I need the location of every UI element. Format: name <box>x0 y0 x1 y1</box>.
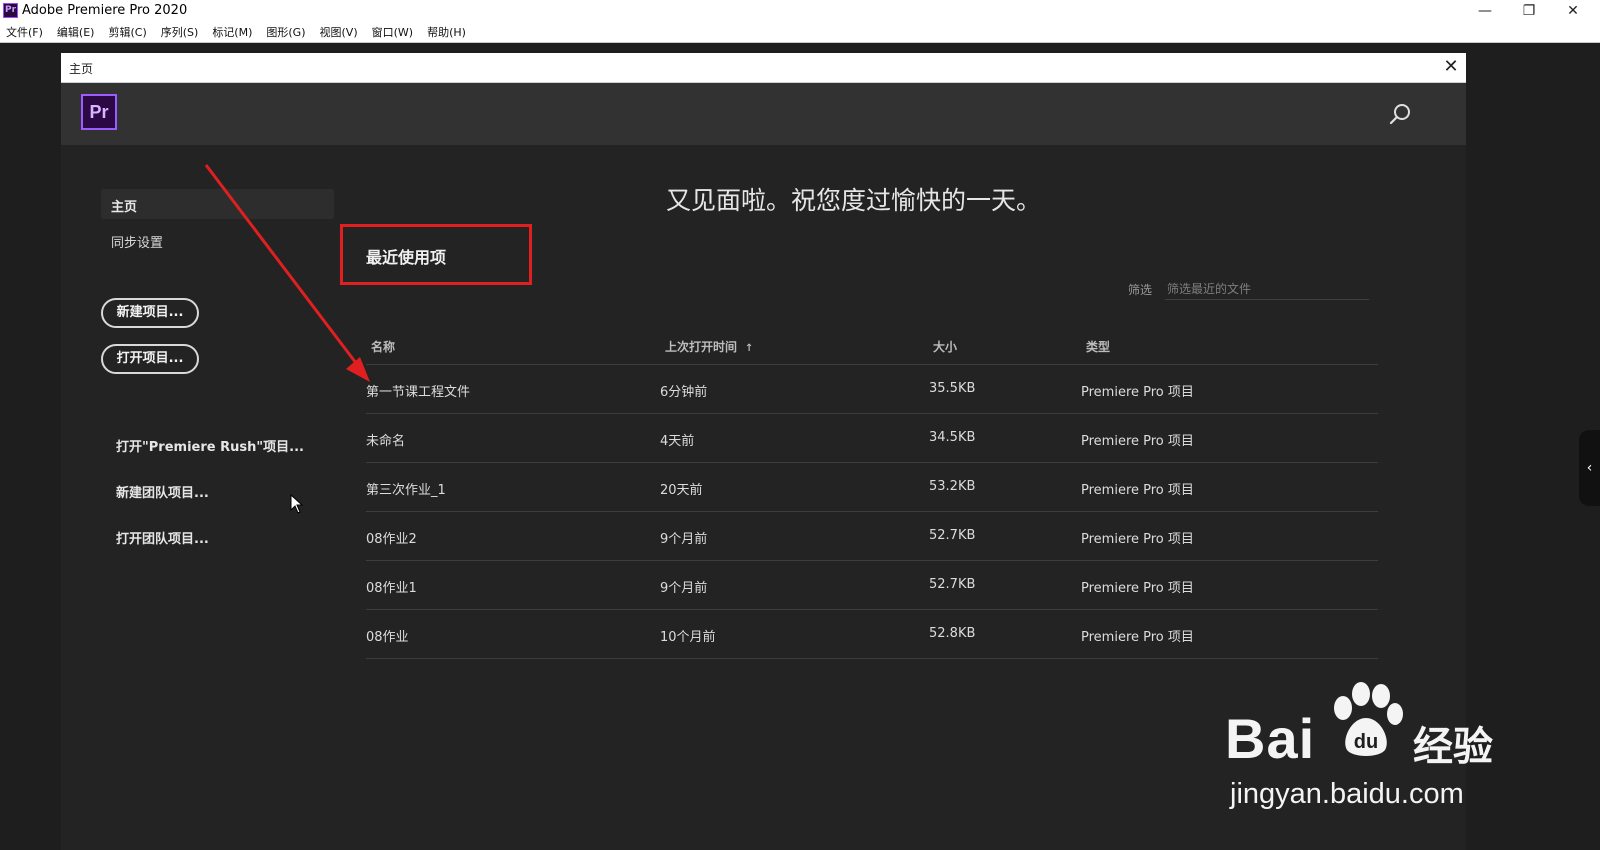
search-icon[interactable] <box>1387 101 1413 127</box>
menu-edit[interactable]: 编辑(E) <box>57 24 95 40</box>
table-row[interactable]: 08作业1 9个月前 52.7KB Premiere Pro 项目 <box>366 561 1378 610</box>
file-type: Premiere Pro 项目 <box>1081 630 1194 645</box>
table-row[interactable]: 08作业2 9个月前 52.7KB Premiere Pro 项目 <box>366 512 1378 561</box>
sidebar-item-home[interactable]: 主页 <box>101 189 334 219</box>
file-name: 08作业 <box>366 630 409 645</box>
file-size: 34.5KB <box>929 430 976 445</box>
sort-ascending-icon: ↑ <box>745 343 754 354</box>
open-project-button[interactable]: 打开项目... <box>101 344 199 374</box>
file-type: Premiere Pro 项目 <box>1081 581 1194 596</box>
window-close-button[interactable]: ✕ <box>1551 0 1595 22</box>
dialog-title-bar: 主页 ✕ <box>61 53 1466 83</box>
table-row[interactable]: 未命名 4天前 34.5KB Premiere Pro 项目 <box>366 414 1378 463</box>
menu-window[interactable]: 窗口(W) <box>372 24 413 40</box>
minimize-button[interactable]: — <box>1463 0 1507 22</box>
menu-help[interactable]: 帮助(H) <box>427 24 466 40</box>
sidebar-item-label: 主页 <box>111 200 138 215</box>
last-opened: 10个月前 <box>660 630 716 645</box>
file-size: 53.2KB <box>929 479 976 494</box>
file-name: 08作业1 <box>366 581 417 596</box>
menu-file[interactable]: 文件(F) <box>6 24 43 40</box>
menu-bar: 文件(F) 编辑(E) 剪辑(C) 序列(S) 标记(M) 图形(G) 视图(V… <box>0 22 1600 42</box>
column-header-type[interactable]: 类型 <box>1086 338 1110 355</box>
menu-divider <box>0 42 1600 43</box>
dialog-title: 主页 <box>69 62 94 76</box>
menu-clip[interactable]: 剪辑(C) <box>108 24 146 40</box>
collapse-panel-tab[interactable]: ‹ <box>1579 430 1600 506</box>
table-row[interactable]: 第三次作业_1 20天前 53.2KB Premiere Pro 项目 <box>366 463 1378 512</box>
new-project-button[interactable]: 新建项目... <box>101 298 199 328</box>
last-opened: 20天前 <box>660 483 703 498</box>
filter-label: 筛选 <box>1128 283 1153 297</box>
menu-sequence[interactable]: 序列(S) <box>161 24 199 40</box>
table-row[interactable]: 第一节课工程文件 6分钟前 35.5KB Premiere Pro 项目 <box>366 365 1378 414</box>
recent-items-title[interactable]: 最近使用项 <box>366 244 446 268</box>
new-team-project-link[interactable]: 新建团队项目... <box>116 482 209 501</box>
window-title: Adobe Premiere Pro 2020 <box>22 3 188 18</box>
column-header-name[interactable]: 名称 <box>371 338 395 355</box>
column-header-label: 上次打开时间 <box>665 340 738 354</box>
file-size: 35.5KB <box>929 381 976 396</box>
table-header: 名称 上次打开时间 ↑ 大小 类型 <box>366 329 1378 365</box>
watermark-brand-cn: 经验 <box>1413 724 1493 770</box>
menu-graphics[interactable]: 图形(G) <box>266 24 305 40</box>
restore-button[interactable]: ❐ <box>1507 0 1551 22</box>
file-type: Premiere Pro 项目 <box>1081 385 1194 400</box>
file-type: Premiere Pro 项目 <box>1081 434 1194 449</box>
mouse-cursor-icon <box>290 494 304 514</box>
file-size: 52.7KB <box>929 577 976 592</box>
file-name: 08作业2 <box>366 532 417 547</box>
dialog-header: Pr <box>61 83 1466 145</box>
recent-files-table: 名称 上次打开时间 ↑ 大小 类型 第一节课工程文件 6分钟前 35.5KB Pr… <box>366 329 1378 659</box>
filter-input[interactable] <box>1165 279 1369 300</box>
svg-text:du: du <box>1354 731 1378 753</box>
file-type: Premiere Pro 项目 <box>1081 483 1194 498</box>
file-size: 52.7KB <box>929 528 976 543</box>
file-size: 52.8KB <box>929 626 976 641</box>
watermark-url: jingyan.baidu.com <box>1230 778 1464 810</box>
last-opened: 9个月前 <box>660 532 708 547</box>
open-rush-project-link[interactable]: 打开"Premiere Rush"项目... <box>116 436 304 455</box>
column-header-last-opened[interactable]: 上次打开时间 ↑ <box>665 338 753 355</box>
window-title-bar: Pr Adobe Premiere Pro 2020 — ❐ ✕ <box>0 0 1600 22</box>
baidu-watermark: du Bai 经验 jingyan.baidu.com <box>1225 678 1525 818</box>
greeting-heading: 又见面啦。祝您度过愉快的一天。 <box>666 186 1042 215</box>
file-type: Premiere Pro 项目 <box>1081 532 1194 547</box>
sidebar-item-sync-settings[interactable]: 同步设置 <box>111 232 163 251</box>
watermark-brand: Bai <box>1225 707 1316 770</box>
premiere-logo: Pr <box>81 94 117 130</box>
file-name: 第三次作业_1 <box>366 483 446 498</box>
table-row[interactable]: 08作业 10个月前 52.8KB Premiere Pro 项目 <box>366 610 1378 659</box>
last-opened: 6分钟前 <box>660 385 708 400</box>
dialog-close-button[interactable]: ✕ <box>1439 56 1463 80</box>
baidu-paw-icon: du <box>1334 682 1403 756</box>
last-opened: 4天前 <box>660 434 695 449</box>
column-header-size[interactable]: 大小 <box>933 338 957 355</box>
menu-view[interactable]: 视图(V) <box>320 24 358 40</box>
premiere-app-icon: Pr <box>3 3 18 18</box>
open-team-project-link[interactable]: 打开团队项目... <box>116 528 209 547</box>
file-name: 未命名 <box>366 434 406 449</box>
menu-markers[interactable]: 标记(M) <box>212 24 252 40</box>
last-opened: 9个月前 <box>660 581 708 596</box>
file-name: 第一节课工程文件 <box>366 385 471 400</box>
